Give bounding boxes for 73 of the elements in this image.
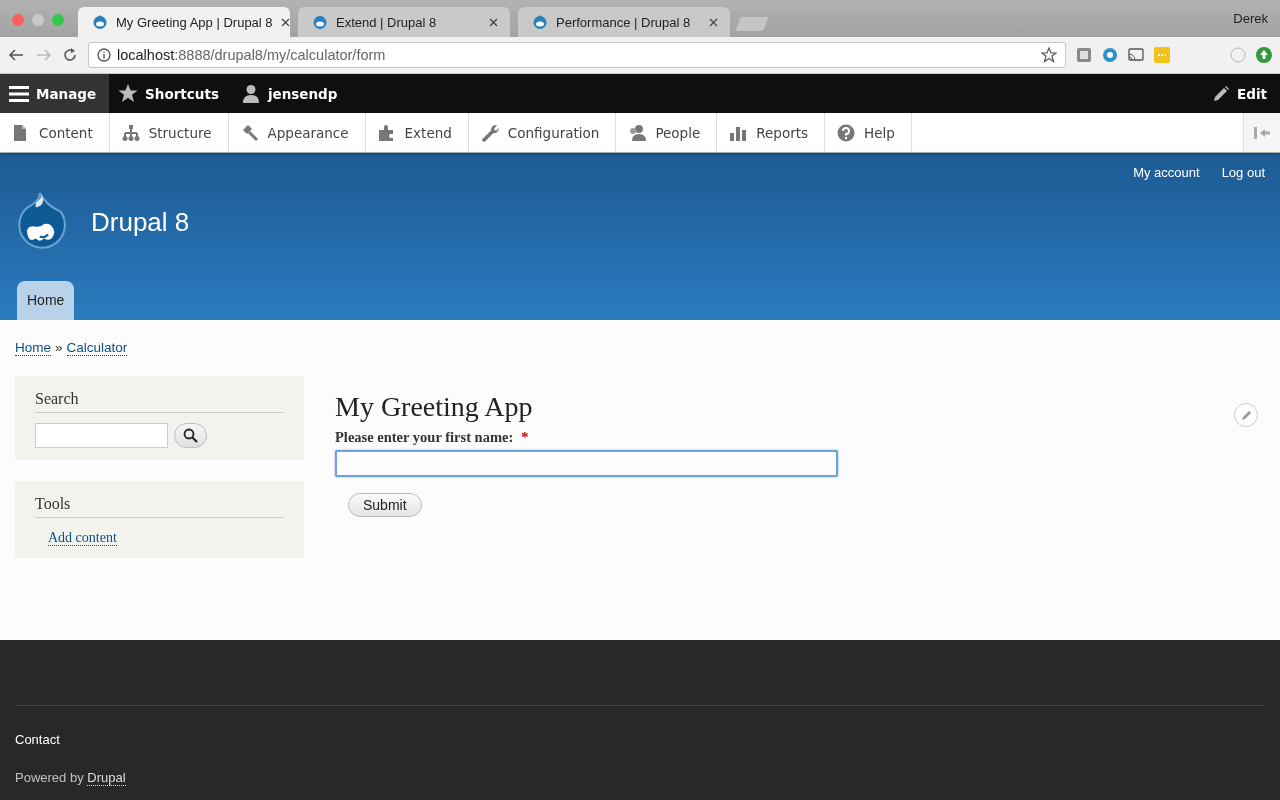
drupal-drop-icon: [532, 14, 548, 30]
breadcrumb-separator: »: [55, 340, 63, 355]
collapse-tray-button[interactable]: [1243, 113, 1280, 152]
sitemap-icon: [121, 123, 140, 142]
admin-menu-item[interactable]: Reports: [717, 113, 826, 152]
bookmark-star-icon: [1041, 47, 1057, 63]
edit-button[interactable]: Edit: [1203, 74, 1280, 113]
required-marker: *: [521, 429, 529, 446]
admin-menu-item[interactable]: Help: [825, 113, 912, 152]
block-title: Search: [35, 390, 284, 413]
extension-icon: [1076, 47, 1092, 63]
breadcrumb-link[interactable]: Calculator: [66, 340, 128, 356]
window-control-icon: [32, 14, 44, 26]
help-icon: [837, 123, 856, 142]
pencil-icon: [1240, 409, 1252, 421]
toolbar-tab[interactable]: Shortcuts: [109, 74, 232, 113]
window-control-icon: [52, 14, 64, 26]
close-icon: [709, 17, 718, 27]
cast-icon: [1128, 47, 1144, 63]
update-icon: [1256, 47, 1272, 63]
puzzle-piece-icon: [377, 123, 396, 142]
account-link[interactable]: Log out: [1221, 165, 1265, 180]
back-icon: [8, 47, 25, 63]
extension-icon: [1102, 47, 1118, 63]
field-label: Please enter your first name:: [335, 429, 514, 446]
powered-by-text: Powered by Drupal: [15, 770, 126, 786]
browser-tab[interactable]: Performance | Drupal 8: [518, 7, 730, 37]
submit-button[interactable]: Submit: [348, 493, 422, 517]
collapse-icon: [1254, 124, 1270, 141]
url-text: localhost:8888/drupal8/my/calculator/form: [117, 47, 386, 63]
footer-link[interactable]: Contact: [15, 732, 60, 747]
extension-icon: [1230, 47, 1246, 63]
info-icon: [97, 48, 111, 62]
account-link[interactable]: My account: [1133, 165, 1200, 180]
close-icon: [280, 17, 290, 27]
drupal-link[interactable]: Drupal: [87, 770, 126, 786]
admin-menu-item[interactable]: Structure: [109, 113, 229, 152]
profile-name[interactable]: Derek: [1233, 11, 1268, 26]
drupal-drop-icon: [92, 14, 108, 30]
reload-icon: [62, 47, 78, 63]
main-menu-tab[interactable]: Home: [17, 281, 75, 320]
admin-menu-item[interactable]: Appearance: [228, 113, 366, 152]
pencil-icon: [1212, 84, 1231, 103]
admin-menu-item[interactable]: Configuration: [468, 113, 617, 152]
admin-menu-item[interactable]: People: [616, 113, 718, 152]
contextual-edit-button[interactable]: [1234, 403, 1258, 427]
admin-menu-item[interactable]: Content: [0, 113, 110, 152]
browser-tab[interactable]: Extend | Drupal 8: [298, 7, 510, 37]
user-icon: [240, 83, 261, 104]
search-button[interactable]: [174, 423, 207, 448]
search-icon: [183, 428, 198, 443]
first-name-field[interactable]: [335, 450, 838, 477]
page-title: My Greeting App: [335, 391, 533, 423]
star-icon: [118, 83, 139, 104]
forward-icon: [35, 47, 52, 63]
window-control-icon: [12, 14, 24, 26]
search-field[interactable]: [35, 423, 168, 448]
close-icon: [489, 17, 498, 27]
menu-icon: [9, 83, 29, 104]
admin-menu-item[interactable]: Extend: [365, 113, 469, 152]
people-icon: [628, 123, 647, 142]
drupal-drop-icon: [312, 14, 328, 30]
extension-icon: [1154, 47, 1170, 63]
breadcrumb-link[interactable]: Home: [15, 340, 51, 356]
add-content-link[interactable]: Add content: [48, 530, 117, 546]
wrench-icon: [480, 123, 499, 142]
address-bar[interactable]: localhost:8888/drupal8/my/calculator/form: [88, 42, 1066, 68]
toolbar-tab[interactable]: Manage: [0, 74, 110, 113]
block-title: Tools: [35, 495, 284, 518]
new-tab-button[interactable]: [735, 17, 769, 31]
toolbar-tab[interactable]: jensendp: [231, 74, 351, 113]
site-name[interactable]: Drupal 8: [91, 206, 190, 238]
browser-tab[interactable]: My Greeting App | Drupal 8: [78, 7, 290, 37]
